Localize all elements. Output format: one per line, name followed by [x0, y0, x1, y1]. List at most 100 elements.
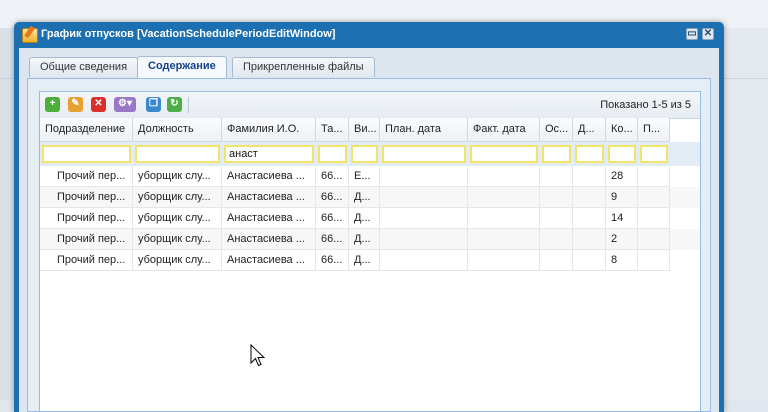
mouse-cursor-icon [250, 344, 266, 367]
cell-basis [540, 166, 573, 187]
edit-icon[interactable]: ✎ [68, 97, 83, 112]
column-header-plan-date[interactable]: План. дата [380, 118, 468, 142]
cell-basis [540, 187, 573, 208]
cell-fact-date [468, 166, 540, 187]
filter-input-basis[interactable] [542, 145, 571, 163]
window-app-icon [22, 28, 38, 43]
column-header-full-name[interactable]: Фамилия И.О. [222, 118, 316, 142]
cell-fact-date [468, 187, 540, 208]
cell-position: уборщик слу... [133, 187, 222, 208]
close-icon[interactable]: ✕ [702, 28, 714, 40]
filter-input-days[interactable] [575, 145, 604, 163]
cell-full-name: Анастасиева ... [222, 187, 316, 208]
cell-plan-date [380, 166, 468, 187]
actions-menu-icon[interactable]: ⚙▾ [114, 97, 136, 112]
column-header-count[interactable]: Ко... [606, 118, 638, 142]
cell-full-name: Анастасиева ... [222, 229, 316, 250]
add-icon[interactable]: + [45, 97, 60, 112]
cell-fact-date [468, 229, 540, 250]
cell-days [573, 229, 606, 250]
cell-plan-date [380, 208, 468, 229]
refresh-icon[interactable]: ↻ [167, 97, 182, 112]
cell-p [638, 229, 670, 250]
column-header-type[interactable]: Ви... [349, 118, 380, 142]
cell-p [638, 208, 670, 229]
cell-department: Прочий пер... [40, 250, 133, 271]
filter-input-full-name[interactable]: анаст [224, 145, 314, 163]
restore-icon[interactable]: ▭ [686, 28, 698, 40]
cell-p [638, 166, 670, 187]
column-header-days[interactable]: Д... [573, 118, 606, 142]
cell-p [638, 250, 670, 271]
table-row[interactable]: Прочий пер... уборщик слу... Анастасиева .… [40, 250, 700, 271]
cell-tab-number: 66... [316, 166, 349, 187]
column-header-position[interactable]: Должность [133, 118, 222, 142]
copy-icon[interactable]: ❐ [146, 97, 161, 112]
window-body: Общие сведения Содержание Прикрепленные … [19, 48, 719, 412]
table-row[interactable]: Прочий пер... уборщик слу... Анастасиева .… [40, 187, 700, 208]
window-titlebar[interactable]: График отпусков [VacationSchedulePeriodE… [14, 22, 724, 48]
cell-days [573, 250, 606, 271]
cell-tab-number: 66... [316, 208, 349, 229]
cell-basis [540, 229, 573, 250]
cell-position: уборщик слу... [133, 208, 222, 229]
cell-basis [540, 208, 573, 229]
cell-type: Е... [349, 166, 380, 187]
column-header-basis[interactable]: Ос... [540, 118, 573, 142]
delete-icon[interactable]: ✕ [91, 97, 106, 112]
filter-input-tab-number[interactable] [318, 145, 347, 163]
filter-input-department[interactable] [42, 145, 131, 163]
cell-full-name: Анастасиева ... [222, 250, 316, 271]
tab-attached-files[interactable]: Прикрепленные файлы [232, 57, 375, 77]
cell-p [638, 187, 670, 208]
cell-fact-date [468, 208, 540, 229]
cell-full-name: Анастасиева ... [222, 166, 316, 187]
cell-department: Прочий пер... [40, 187, 133, 208]
cell-type: Д... [349, 208, 380, 229]
filter-input-count[interactable] [608, 145, 636, 163]
cell-tab-number: 66... [316, 250, 349, 271]
cell-days [573, 166, 606, 187]
cell-count: 14 [606, 208, 638, 229]
grid-header-row: Подразделение Должность Фамилия И.О. Та... В… [40, 118, 700, 142]
table-row[interactable]: Прочий пер... уборщик слу... Анастасиева .… [40, 166, 700, 187]
column-header-tab-number[interactable]: Та... [316, 118, 349, 142]
cell-tab-number: 66... [316, 229, 349, 250]
table-row[interactable]: Прочий пер... уборщик слу... Анастасиева .… [40, 229, 700, 250]
vacation-schedule-window: График отпусков [VacationSchedulePeriodE… [14, 22, 724, 412]
cell-plan-date [380, 250, 468, 271]
cell-department: Прочий пер... [40, 208, 133, 229]
toolbar-separator [188, 97, 189, 113]
cell-basis [540, 250, 573, 271]
table-row[interactable]: Прочий пер... уборщик слу... Анастасиева .… [40, 208, 700, 229]
filter-input-p[interactable] [640, 145, 668, 163]
filter-input-type[interactable] [351, 145, 378, 163]
column-header-fact-date[interactable]: Факт. дата [468, 118, 540, 142]
cell-days [573, 187, 606, 208]
cell-department: Прочий пер... [40, 166, 133, 187]
cell-tab-number: 66... [316, 187, 349, 208]
cell-type: Д... [349, 187, 380, 208]
cell-count: 9 [606, 187, 638, 208]
column-header-department[interactable]: Подразделение [40, 118, 133, 142]
column-header-p[interactable]: П... [638, 118, 670, 142]
tab-content[interactable]: Содержание [137, 56, 227, 78]
cell-count: 2 [606, 229, 638, 250]
grid-filter-row: анаст [40, 142, 700, 166]
filter-input-fact-date[interactable] [470, 145, 538, 163]
cell-plan-date [380, 187, 468, 208]
filter-input-plan-date[interactable] [382, 145, 466, 163]
cell-count: 8 [606, 250, 638, 271]
background-right-strip [724, 28, 768, 400]
tab-strip: Общие сведения Содержание Прикрепленные … [27, 54, 711, 79]
cell-count: 28 [606, 166, 638, 187]
cell-position: уборщик слу... [133, 166, 222, 187]
cell-position: уборщик слу... [133, 229, 222, 250]
cell-plan-date [380, 229, 468, 250]
cell-department: Прочий пер... [40, 229, 133, 250]
window-title: График отпусков [VacationSchedulePeriodE… [41, 28, 336, 40]
content-panel: + ✎ ✕ ⚙▾ ❐ ↻ Показано 1-5 из 5 Подраздел… [27, 79, 711, 412]
cell-days [573, 208, 606, 229]
tab-general-info[interactable]: Общие сведения [29, 57, 139, 77]
filter-input-position[interactable] [135, 145, 220, 163]
